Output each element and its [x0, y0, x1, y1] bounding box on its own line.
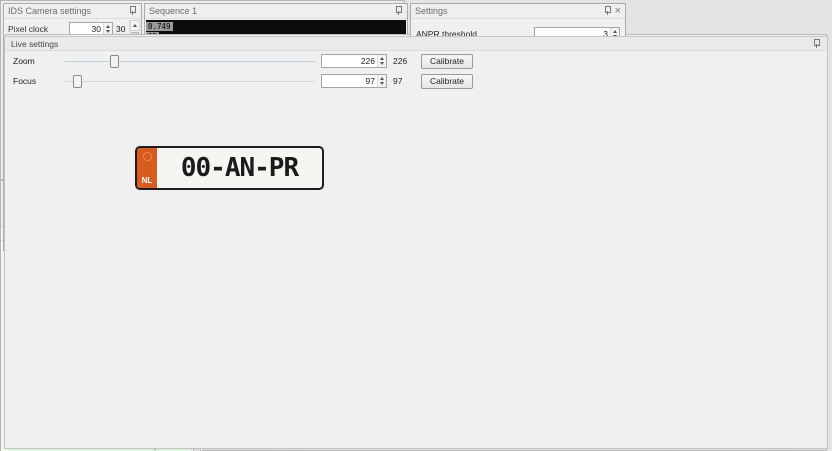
spin-down-icon[interactable]	[380, 82, 384, 85]
pin-icon[interactable]	[603, 6, 612, 16]
zoom-calibrate-button[interactable]: Calibrate	[421, 54, 473, 69]
spin-up-icon[interactable]	[380, 57, 384, 60]
plate-country-band: NL	[137, 148, 157, 188]
zoom-echo: 226	[393, 56, 415, 66]
plate-text: 00-AN-PR	[157, 148, 322, 188]
sequence-panel-title: Sequence 1	[149, 6, 197, 16]
live-settings-title: Live settings	[11, 39, 58, 49]
live-settings-group: Live settings Zoom 226 226 Calibrate Foc…	[4, 36, 828, 449]
focus-calibrate-button[interactable]: Calibrate	[421, 74, 473, 89]
sequence-panel-header: Sequence 1	[145, 4, 407, 19]
scroll-up-icon[interactable]	[130, 20, 140, 31]
pin-icon[interactable]	[128, 6, 137, 16]
zoom-label: Zoom	[13, 56, 59, 66]
slider-handle[interactable]	[73, 75, 82, 88]
settings-panel-title: Settings	[415, 6, 448, 16]
spin-down-icon[interactable]	[106, 30, 110, 33]
app-window: IDS Camera settings Pixel clock 30 30 Bl…	[0, 0, 832, 451]
spin-down-icon[interactable]	[380, 62, 384, 65]
overlay-value: 0.749	[146, 22, 173, 31]
ids-panel-title: IDS Camera settings	[8, 6, 91, 16]
close-icon[interactable]: ×	[615, 6, 621, 17]
pixel-clock-label: Pixel clock	[8, 24, 69, 34]
focus-spinner[interactable]: 97	[321, 74, 387, 88]
zoom-slider[interactable]	[65, 53, 315, 69]
slider-handle[interactable]	[110, 55, 119, 68]
focus-echo: 97	[393, 76, 415, 86]
zoom-spinner[interactable]: 226	[321, 54, 387, 68]
ids-panel-header: IDS Camera settings	[4, 4, 141, 19]
settings-panel-header: Settings ×	[411, 4, 625, 19]
focus-label: Focus	[13, 76, 59, 86]
spin-up-icon[interactable]	[380, 77, 384, 80]
license-plate: NL 00-AN-PR	[135, 146, 324, 190]
pin-icon[interactable]	[394, 6, 403, 16]
focus-slider[interactable]	[65, 73, 315, 89]
eu-stars-icon	[143, 152, 152, 161]
spin-up-icon[interactable]	[106, 25, 110, 28]
spin-up-icon[interactable]	[613, 30, 617, 33]
pin-icon[interactable]	[812, 39, 821, 49]
pixel-clock-echo: 30	[113, 24, 128, 34]
